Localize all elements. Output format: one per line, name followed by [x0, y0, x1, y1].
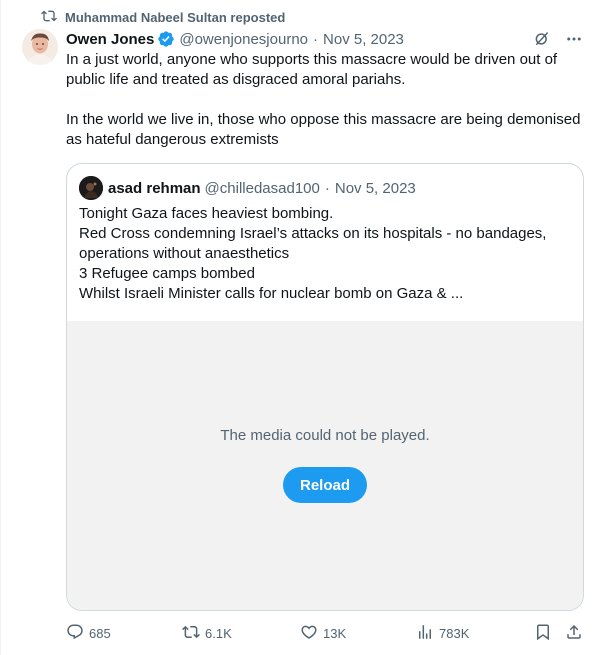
media-player: The media could not be played. Reload [67, 321, 583, 610]
grok-icon[interactable] [532, 29, 552, 49]
retweet-icon [41, 8, 57, 27]
separator: · [313, 30, 319, 48]
reload-button[interactable]: Reload [283, 467, 367, 503]
repost-indicator[interactable]: Muhammad Nabeel Sultan reposted [41, 8, 285, 26]
views-icon [416, 623, 434, 644]
quoted-tweet-text: Tonight Gaza faces heaviest bombing. Red… [79, 204, 574, 304]
reply-button[interactable]: 685 [66, 622, 111, 644]
quoted-text-line: Tonight Gaza faces heaviest bombing. [79, 205, 334, 222]
like-button[interactable]: 13K [300, 622, 346, 644]
quoted-author-handle: @chilledasad100 [204, 179, 320, 197]
bookmark-icon [534, 623, 552, 644]
quoted-text-line: operations without anaesthetics [79, 245, 290, 262]
views-button[interactable]: 783K [416, 622, 469, 644]
bookmark-button[interactable] [534, 622, 552, 644]
repost-count: 6.1K [205, 625, 232, 641]
media-error-message: The media could not be played. [220, 427, 430, 444]
share-icon [565, 623, 583, 644]
more-icon[interactable] [564, 29, 584, 49]
author-handle[interactable]: @owenjonesjourno [179, 31, 308, 48]
quoted-tweet-date: Nov 5, 2023 [334, 179, 416, 197]
reply-count: 685 [89, 625, 111, 641]
quoted-text-line: 3 Refugee camps bombed [79, 265, 255, 282]
action-bar: 685 6.1K 13K 783K [66, 622, 590, 644]
separator: · [324, 179, 330, 197]
tweet-header: Owen Jones @owenjonesjourno · Nov 5, 202… [66, 29, 539, 49]
quoted-tweet-header: asad rehman @chilledasad100 · Nov 5, 202… [79, 176, 416, 200]
like-count: 13K [323, 625, 347, 641]
quoted-author-avatar [79, 176, 103, 200]
quoted-text-line: Red Cross condemning Israel’s attacks on… [79, 225, 547, 242]
top-actions [532, 29, 584, 49]
heart-icon [300, 623, 318, 644]
views-count: 783K [439, 625, 470, 641]
tweet-paragraph: In the world we live in, those who oppos… [66, 111, 581, 148]
share-button[interactable] [565, 622, 583, 644]
quoted-author-name: asad rehman [108, 179, 201, 197]
tweet-text: In a just world, anyone who supports thi… [66, 50, 586, 150]
tweet-paragraph: In a just world, anyone who supports thi… [66, 51, 558, 88]
quoted-tweet[interactable]: asad rehman @chilledasad100 · Nov 5, 202… [66, 163, 584, 611]
repost-text: Muhammad Nabeel Sultan reposted [65, 9, 286, 25]
reply-icon [66, 623, 84, 644]
retweet-icon [182, 623, 200, 644]
repost-button[interactable]: 6.1K [182, 622, 232, 644]
tweet[interactable]: Muhammad Nabeel Sultan reposted Owen Jon… [0, 0, 599, 655]
tweet-date[interactable]: Nov 5, 2023 [323, 31, 404, 48]
quoted-text-line: Whilst Israeli Minister calls for nuclea… [79, 285, 464, 302]
author-name[interactable]: Owen Jones [66, 31, 154, 48]
verified-badge-icon[interactable] [157, 30, 175, 48]
author-avatar[interactable] [22, 29, 58, 65]
